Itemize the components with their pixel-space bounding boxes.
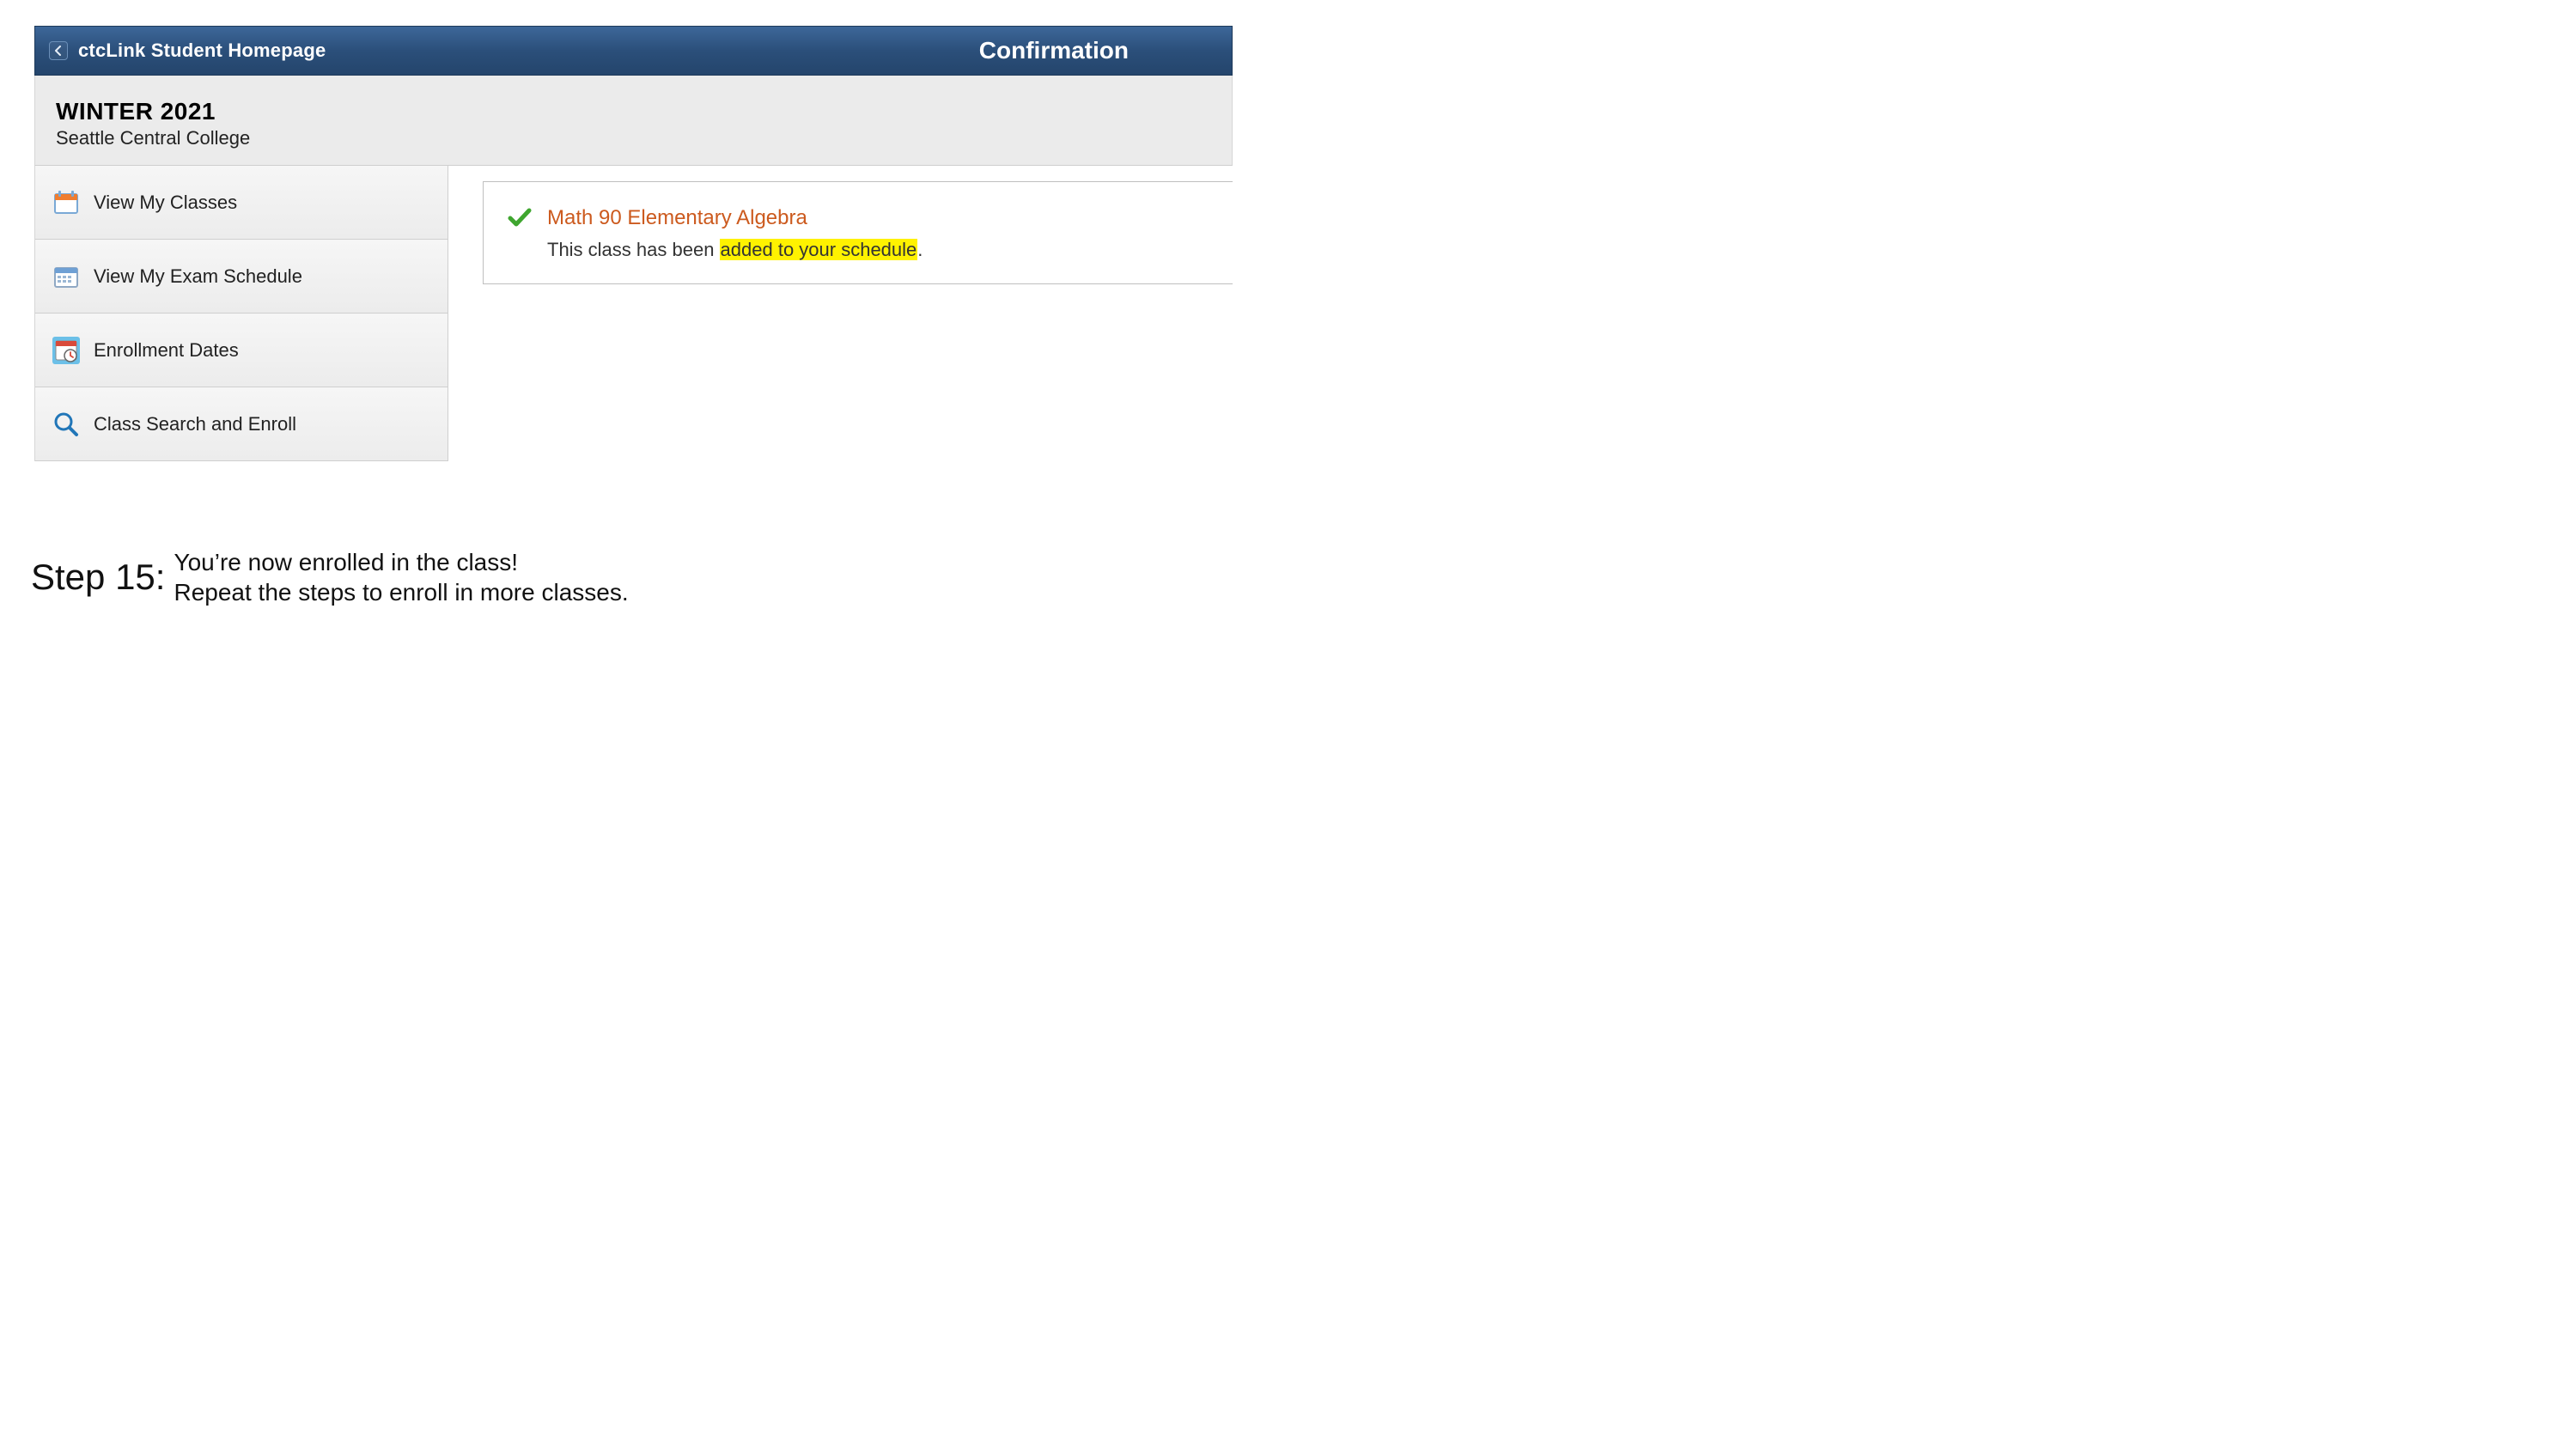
checkmark-icon	[508, 208, 532, 233]
back-button[interactable]	[49, 41, 68, 60]
sidebar-item-label: View My Exam Schedule	[94, 265, 302, 288]
sidebar-item-label: Enrollment Dates	[94, 339, 239, 362]
sidebar-item-label: Class Search and Enroll	[94, 413, 296, 435]
step-callout: Step 15: You’re now enrolled in the clas…	[31, 547, 1237, 607]
confirmation-message-prefix: This class has been	[547, 239, 720, 260]
confirmation-message-highlight: added to your schedule	[720, 239, 918, 260]
confirmed-class-name: Math 90 Elementary Algebra	[547, 206, 923, 230]
calendar-clock-icon	[51, 335, 82, 366]
search-icon	[51, 409, 82, 440]
step-description: You’re now enrolled in the class! Repeat…	[174, 547, 628, 607]
step-description-line2: Repeat the steps to enroll in more class…	[174, 577, 628, 607]
term-title: WINTER 2021	[56, 98, 1215, 125]
confirmation-message-suffix: .	[917, 239, 923, 260]
sidebar-item-view-my-exam-schedule[interactable]: View My Exam Schedule	[35, 240, 448, 314]
step-label: Step 15:	[31, 557, 165, 598]
step-description-line1: You’re now enrolled in the class!	[174, 547, 628, 577]
confirmation-message: This class has been added to your schedu…	[547, 239, 923, 261]
chevron-left-icon	[54, 46, 63, 56]
page-title: Confirmation	[979, 37, 1129, 64]
term-header: WINTER 2021 Seattle Central College	[34, 76, 1233, 166]
calendar-grid-icon	[51, 261, 82, 292]
sidebar-item-label: View My Classes	[94, 192, 237, 214]
confirmation-box: Math 90 Elementary Algebra This class ha…	[483, 181, 1233, 284]
calendar-icon	[51, 187, 82, 218]
sidebar: View My Classes	[34, 166, 448, 461]
header-bar: ctcLink Student Homepage Confirmation	[34, 26, 1233, 76]
sidebar-item-view-my-classes[interactable]: View My Classes	[35, 166, 448, 240]
confirmation-panel: Math 90 Elementary Algebra This class ha…	[448, 166, 1233, 284]
sidebar-item-class-search-and-enroll[interactable]: Class Search and Enroll	[35, 387, 448, 461]
breadcrumb[interactable]: ctcLink Student Homepage	[78, 40, 326, 62]
sidebar-item-enrollment-dates[interactable]: Enrollment Dates	[35, 314, 448, 387]
college-name: Seattle Central College	[56, 127, 1215, 149]
